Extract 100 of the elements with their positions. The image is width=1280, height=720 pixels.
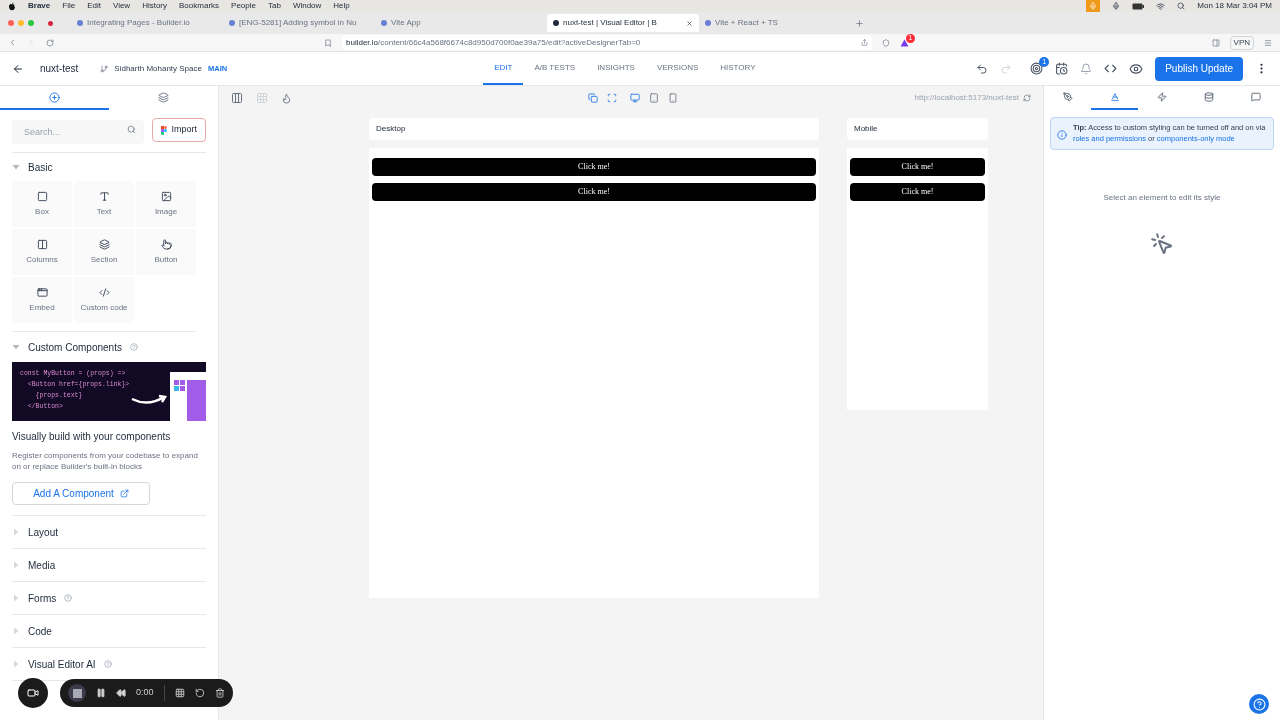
section-title[interactable]: Visual Editor AI [28,656,96,672]
microphone-icon[interactable] [1112,2,1121,10]
browser-tab[interactable]: Vite App [375,14,527,32]
reload-icon[interactable] [46,38,54,47]
code-icon[interactable] [1104,62,1118,75]
caret-icon[interactable] [12,627,20,635]
block-tile[interactable]: Columns [12,229,72,275]
clock[interactable]: Mon 18 Mar 3:04 PM [1197,0,1272,12]
menu-item[interactable]: Bookmarks [179,0,220,12]
caret-icon[interactable] [12,660,20,668]
menu-item[interactable]: History [142,0,168,12]
shield-icon[interactable] [882,38,890,47]
caret-icon[interactable] [12,343,20,351]
back-icon[interactable] [12,62,24,75]
header-tab[interactable]: VERSIONS [645,52,710,85]
bell-icon[interactable] [1080,62,1093,75]
caret-icon[interactable] [12,528,20,536]
menu-item[interactable]: People [231,0,256,12]
header-tab[interactable]: A/B TESTS [523,52,587,85]
section-title[interactable]: Code [28,623,52,639]
branch-icon[interactable] [100,64,109,73]
restart-icon[interactable] [194,688,205,698]
click-me-button[interactable]: Click me! [850,183,985,201]
rewind-icon[interactable] [116,688,126,698]
section-title[interactable]: Media [28,557,56,573]
camera-button[interactable] [18,678,48,708]
block-tile[interactable]: Custom code [74,277,134,323]
close-window-button[interactable] [8,20,14,26]
zoom-window-button[interactable] [28,20,34,26]
share-icon[interactable] [861,39,868,46]
block-tile[interactable]: Box [12,181,72,227]
menu-icon[interactable] [1264,38,1272,47]
menu-item[interactable]: Window [292,0,322,12]
browser-tab[interactable]: Vite + React + TS [699,14,851,32]
address-field[interactable]: builder.io/content/66c4a568f6674c8d950d700f0ae39a75/edit?activeDesignerTab=0 [342,35,872,50]
back-icon[interactable] [8,38,17,47]
section-title[interactable]: Forms [28,590,57,606]
click-me-button[interactable]: Click me! [850,158,985,176]
pause-icon[interactable] [96,688,106,698]
triangle-icon[interactable] [900,38,909,47]
menu-item[interactable]: File [62,0,76,12]
caret-icon[interactable] [12,594,20,602]
section-title[interactable]: Basic [28,159,53,175]
select-icon[interactable] [607,93,617,103]
redo-icon[interactable] [1000,62,1013,75]
new-tab-icon[interactable] [855,18,864,28]
help-button[interactable] [1249,694,1269,714]
wifi-icon[interactable] [1156,1,1166,11]
menu-item[interactable]: Tab [267,0,281,12]
block-tile[interactable]: Section [74,229,134,275]
search-icon[interactable] [1177,2,1186,10]
import-button[interactable]: Import [152,118,206,142]
menu-item[interactable]: Help [333,0,350,12]
search-icon[interactable] [127,125,137,134]
stop-button[interactable] [68,684,86,702]
click-me-button[interactable]: Click me! [372,158,816,176]
sidebar-icon[interactable] [1211,38,1220,47]
click-me-button[interactable]: Click me! [372,183,816,201]
bookmark-icon[interactable] [324,38,332,47]
caret-icon[interactable] [12,163,20,171]
microphone-indicator[interactable] [1086,0,1101,12]
menu-item[interactable]: View [112,0,131,12]
tablet-icon[interactable] [649,93,659,103]
delete-icon[interactable] [214,688,225,698]
browser-tab[interactable]: Integrating Pages - Builder.io [71,14,223,32]
section-title[interactable]: Custom Components [28,339,122,355]
undo-icon[interactable] [976,62,989,75]
browser-tab[interactable]: nuxt-test | Visual Editor | B [547,14,699,32]
battery-icon[interactable] [1132,2,1145,10]
publish-button[interactable]: Publish Update [1155,56,1243,81]
block-tile[interactable]: Image [136,181,196,227]
header-tab[interactable]: HISTORY [709,52,767,85]
close-icon[interactable] [686,19,693,27]
flame-icon[interactable] [281,92,292,104]
help-icon[interactable] [129,343,138,351]
menu-item[interactable]: Edit [87,0,101,12]
apple-icon[interactable] [8,1,16,11]
preview-icon[interactable] [1129,61,1144,76]
responsive-icon[interactable] [588,93,598,103]
vpn-button[interactable]: VPN [1229,35,1254,50]
block-tile[interactable]: Button [136,229,196,275]
space-name[interactable]: Sidharth Mohanty Space [114,62,202,75]
add-component-button[interactable]: Add A Component [12,482,150,505]
target-icon[interactable] [1030,62,1044,75]
columns-icon[interactable] [231,92,243,104]
mobile-icon[interactable] [668,93,678,103]
caret-icon[interactable] [12,561,20,569]
grid-icon[interactable] [174,688,185,698]
help-icon[interactable] [103,660,112,668]
block-tile[interactable]: Embed [12,277,72,323]
browser-tab[interactable]: [ENG-5281] Adding symbol in Nu [223,14,375,32]
menu-item[interactable]: Brave [28,0,51,12]
header-tab[interactable]: INSIGHTS [586,52,646,85]
calendar-icon[interactable] [1055,62,1069,75]
search-field[interactable]: Search... [12,120,145,144]
block-tile[interactable]: Text [74,181,134,227]
minimize-window-button[interactable] [18,20,24,26]
refresh-icon[interactable] [1023,94,1031,102]
desktop-icon[interactable] [630,93,640,103]
section-title[interactable]: Layout [28,524,59,540]
